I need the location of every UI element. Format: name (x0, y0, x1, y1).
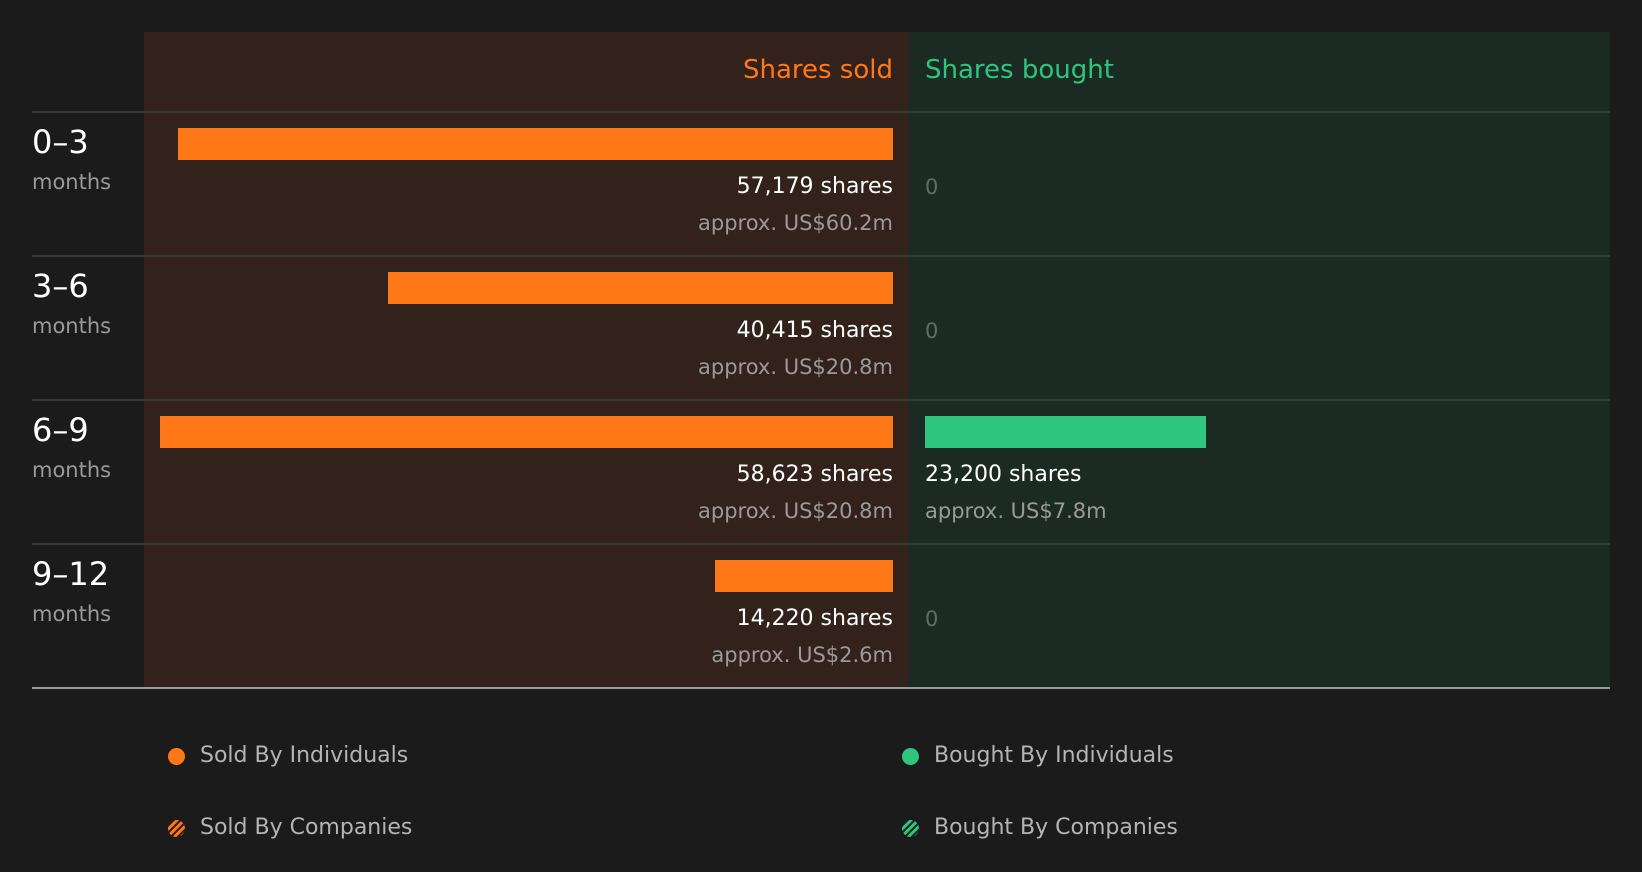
header-shares-sold: Shares sold (742, 55, 893, 85)
period-unit-label: months (32, 458, 112, 482)
period-label: 3–6 (32, 267, 89, 305)
bought-shares-label: 23,200 shares (925, 462, 1082, 487)
bought-zero-label: 0 (925, 175, 939, 199)
header-shares-bought: Shares bought (925, 55, 1114, 85)
period-label: 6–9 (32, 411, 89, 449)
bought-individuals-swatch (902, 747, 919, 765)
row-divider (32, 399, 1610, 401)
legend-label: Sold By Companies (200, 815, 413, 840)
bought-zero-label: 0 (925, 607, 939, 631)
legend-label: Bought By Companies (934, 815, 1178, 840)
header-rule (32, 111, 1610, 113)
legend-bought-companies: Bought By Companies (902, 813, 1178, 843)
sold-shares-label: 40,415 shares (736, 318, 893, 343)
period-label: 0–3 (32, 123, 89, 161)
sold-bar (160, 416, 893, 448)
sold-value-label: approx. US$20.8m (698, 499, 893, 523)
legend-bought-individuals: Bought By Individuals (902, 741, 1174, 771)
period-label: 9–12 (32, 555, 110, 593)
legend-label: Sold By Individuals (200, 743, 409, 768)
legend-label: Bought By Individuals (934, 743, 1174, 768)
bought-band (909, 32, 1610, 687)
bought-bar (925, 416, 1207, 448)
row-divider (32, 543, 1610, 545)
sold-value-label: approx. US$2.6m (711, 643, 893, 667)
sold-shares-label: 14,220 shares (736, 606, 893, 631)
legend-sold-companies: Sold By Companies (168, 813, 412, 843)
sold-companies-swatch (168, 819, 185, 837)
bought-value-label: approx. US$7.8m (925, 499, 1107, 523)
sold-bar (178, 128, 893, 160)
sold-bar (715, 560, 893, 592)
sold-shares-label: 58,623 shares (736, 462, 893, 487)
baseline-rule (32, 687, 1610, 689)
legend-sold-individuals: Sold By Individuals (168, 741, 408, 771)
insider-trading-chart: Shares sold Shares bought 0–3 months 57,17… (0, 0, 1642, 872)
row-divider (32, 255, 1610, 257)
period-unit-label: months (32, 602, 112, 626)
sold-bar (387, 272, 893, 304)
sold-value-label: approx. US$60.2m (698, 211, 893, 235)
sold-individuals-swatch (168, 747, 185, 765)
period-unit-label: months (32, 170, 112, 194)
period-unit-label: months (32, 314, 112, 338)
bought-zero-label: 0 (925, 319, 939, 343)
sold-value-label: approx. US$20.8m (698, 355, 893, 379)
bought-companies-swatch (902, 819, 919, 837)
sold-shares-label: 57,179 shares (736, 174, 893, 199)
